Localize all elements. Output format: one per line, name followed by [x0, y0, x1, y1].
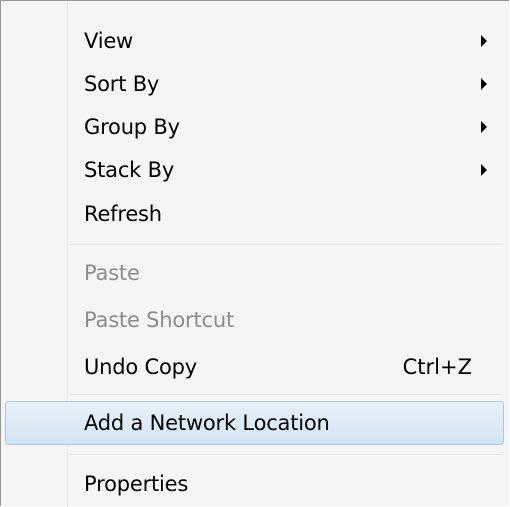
menu-item-group-by[interactable]: Group By: [5, 107, 504, 147]
menu-item-add-network-location[interactable]: Add a Network Location: [5, 401, 504, 445]
submenu-arrow-icon: [481, 121, 487, 133]
menu-item-refresh[interactable]: Refresh: [5, 194, 504, 234]
menu-item-label: View: [84, 29, 134, 53]
menu-item-view[interactable]: View: [5, 21, 504, 61]
submenu-arrow-icon: [481, 164, 487, 176]
menu-item-paste[interactable]: Paste: [5, 253, 504, 293]
context-menu: View Sort By Group By Stack By Refresh P…: [0, 0, 509, 507]
menu-item-label: Group By: [84, 115, 180, 139]
menu-item-label: Sort By: [84, 72, 160, 96]
menu-item-label: Stack By: [84, 158, 175, 182]
menu-item-properties[interactable]: Properties: [5, 464, 504, 504]
menu-item-label: Add a Network Location: [84, 411, 330, 435]
menu-item-label: Paste Shortcut: [84, 308, 235, 332]
menu-item-label: Paste: [84, 261, 140, 285]
menu-item-undo-copy[interactable]: Undo Copy Ctrl+Z: [5, 347, 504, 387]
menu-separator: [69, 454, 503, 456]
menu-separator: [69, 394, 503, 396]
submenu-arrow-icon: [481, 35, 487, 47]
menu-item-label: Refresh: [84, 202, 162, 226]
menu-item-label: Properties: [84, 472, 189, 496]
menu-item-label: Undo Copy: [84, 355, 198, 379]
menu-item-sort-by[interactable]: Sort By: [5, 64, 504, 104]
menu-separator: [69, 244, 503, 246]
submenu-arrow-icon: [481, 78, 487, 90]
menu-item-stack-by[interactable]: Stack By: [5, 150, 504, 190]
menu-item-paste-shortcut[interactable]: Paste Shortcut: [5, 300, 504, 340]
shortcut-text: Ctrl+Z: [402, 355, 472, 379]
